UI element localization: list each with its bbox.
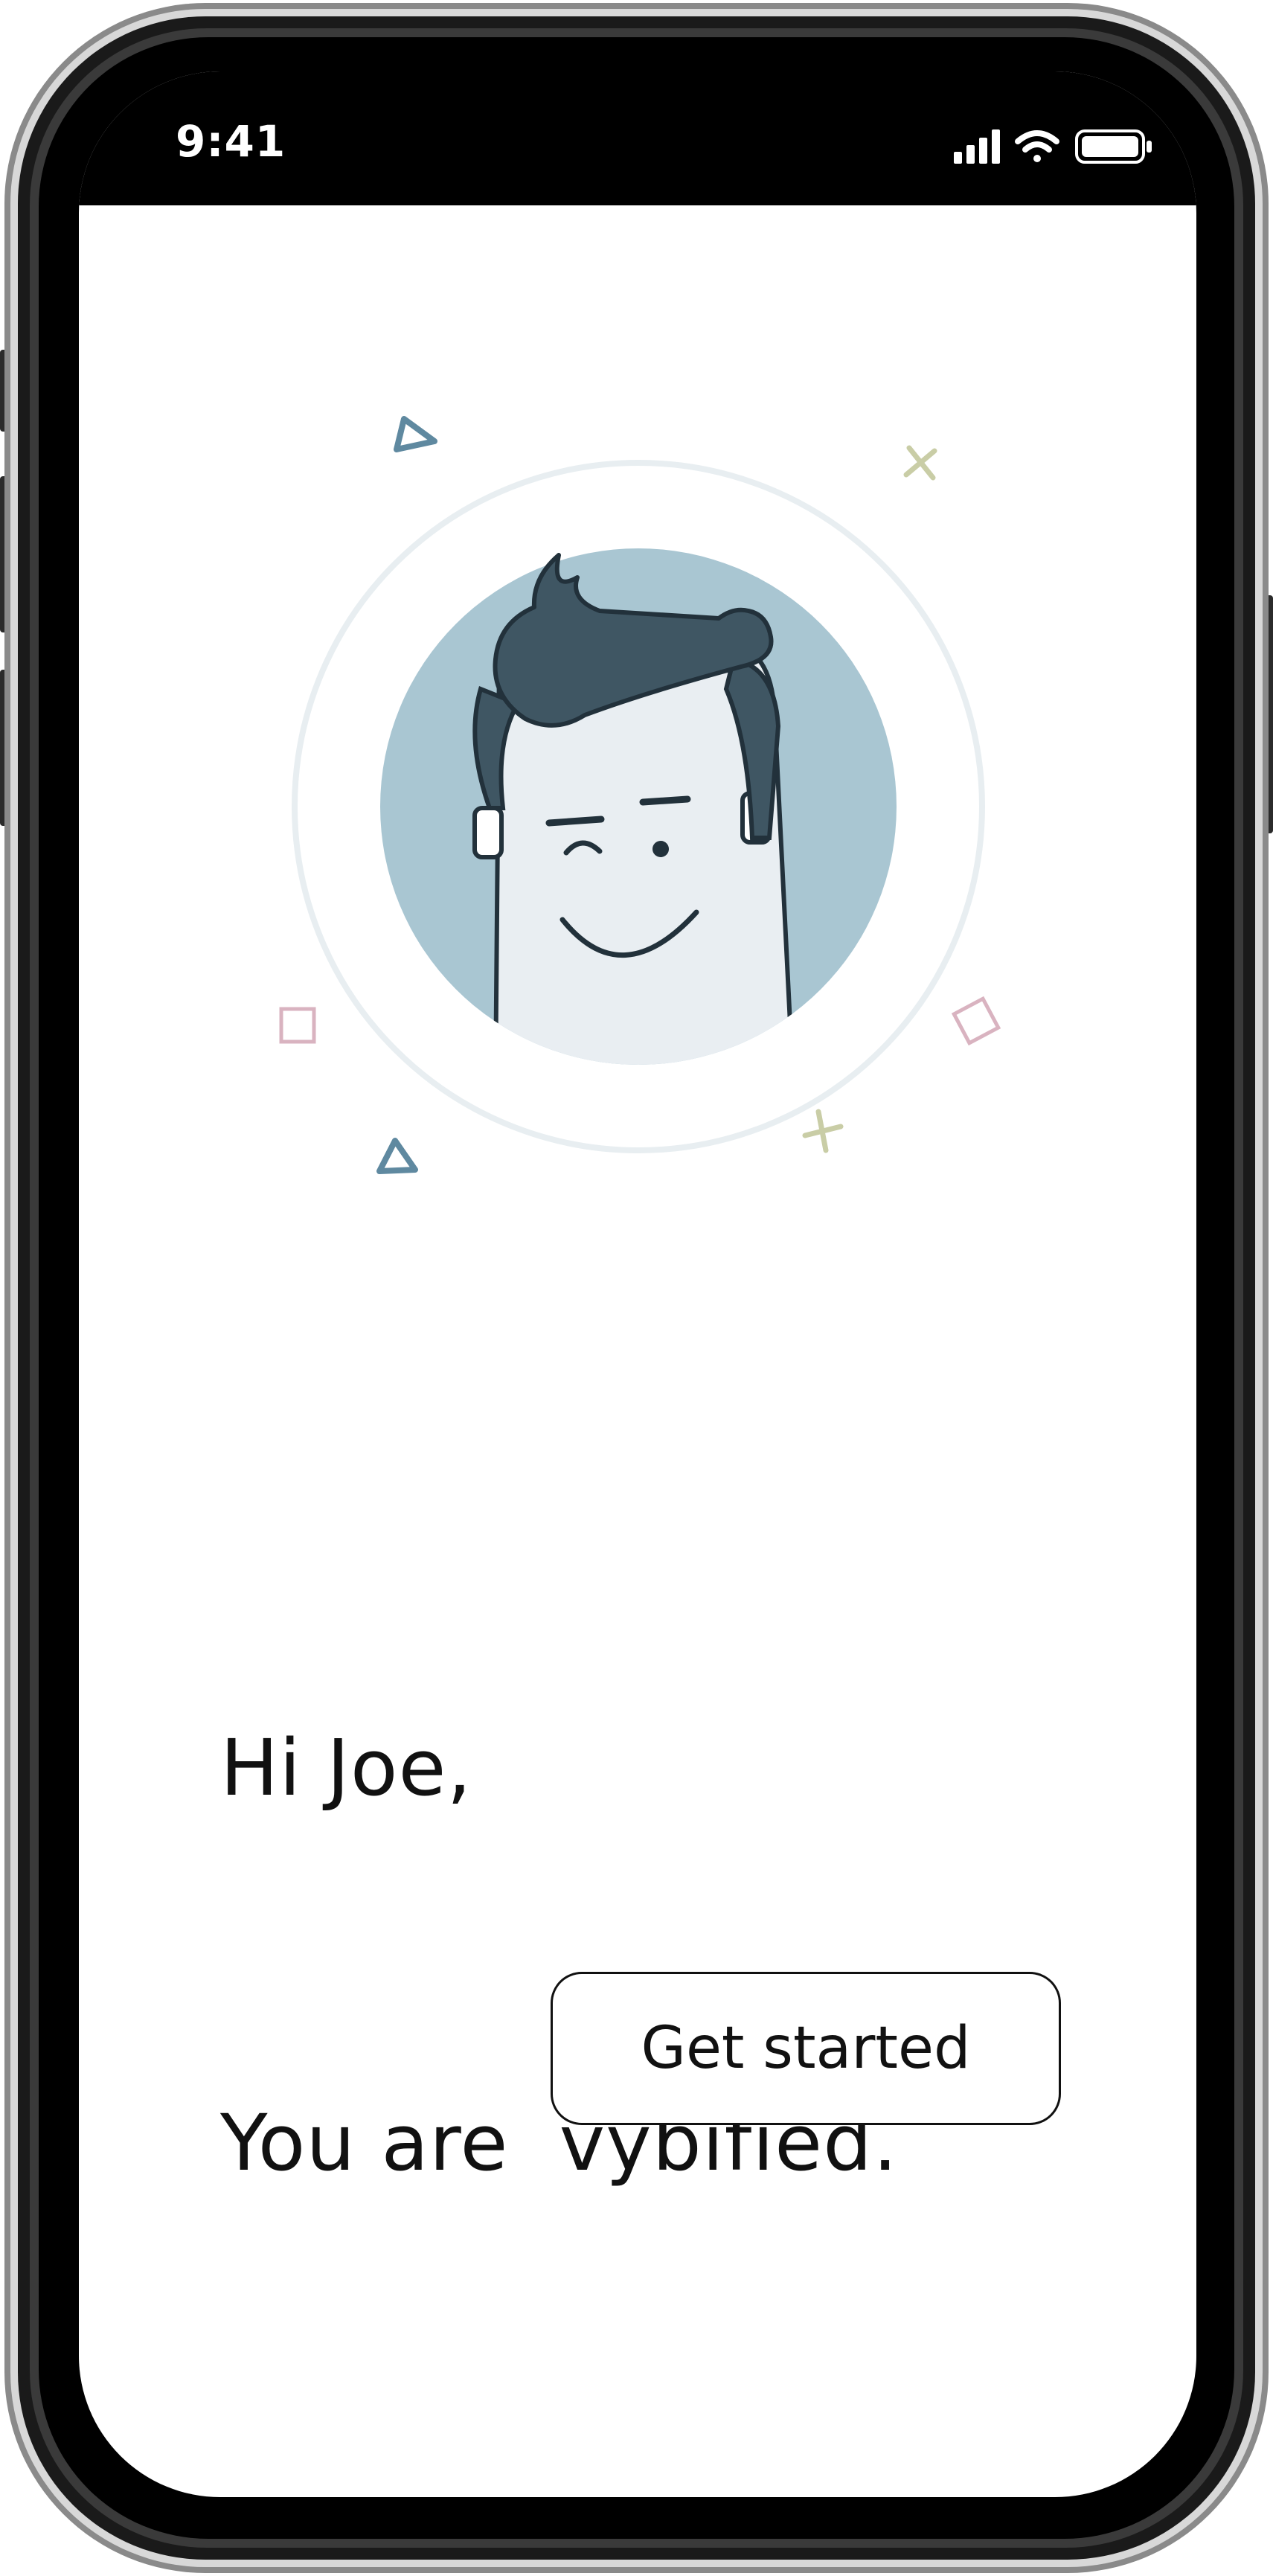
greeting-line-1: Hi Joe,	[220, 1723, 472, 1813]
diamond-icon	[951, 996, 1001, 1046]
cross-icon	[903, 445, 937, 481]
triangle-icon	[394, 416, 437, 452]
app-screen: 9:41 Hi Joe, You are vybified. Get start…	[79, 71, 1196, 2497]
phone-device: 9:41 Hi Joe, You are vybified. Get start…	[0, 0, 1273, 2576]
greeting-text: Hi Joe, You are vybified.	[220, 1455, 898, 2455]
cross-icon	[802, 1109, 844, 1153]
square-icon	[279, 1007, 316, 1044]
triangle-icon	[376, 1138, 418, 1174]
avatar-illustration	[279, 416, 1001, 1174]
get-started-button[interactable]: Get started	[551, 1972, 1061, 2125]
